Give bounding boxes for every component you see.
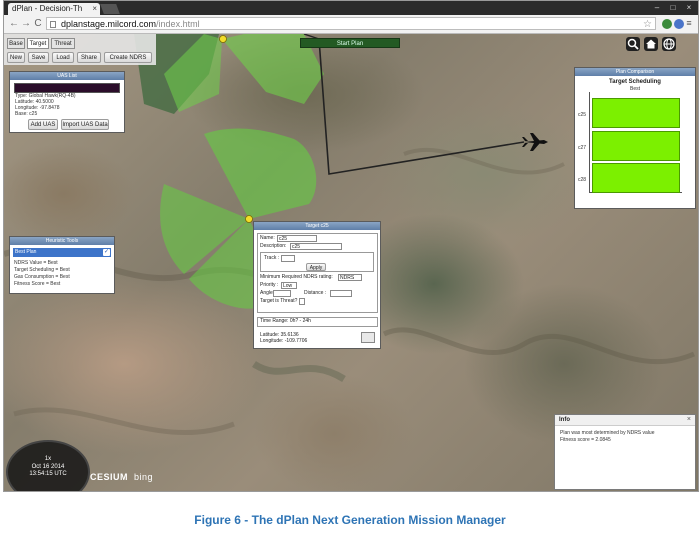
coverage-sector [204,128,317,219]
figure-caption: Figure 6 - The dPlan Next Generation Mis… [194,513,506,527]
cesium-credit: CESIUM [90,472,129,482]
plan-chart-title: Target Scheduling [609,79,661,85]
priority-select[interactable]: Low [281,282,297,289]
heuristic-tools-panel: Heuristic Tools Best Plan ✓ NDRS Value =… [9,236,115,294]
track-label: Track : [264,255,280,261]
load-button[interactable]: Load [52,52,74,63]
info-title: Info [559,417,570,423]
home-icon[interactable] [644,37,658,51]
heuristic-line: Gas Consumption = Best [14,274,70,280]
cesium-logo: CESIUM bing [90,472,153,482]
uas-panel-title: UAS List [10,72,124,80]
cursor-hand-icon[interactable] [361,332,375,343]
plan-panel-title: Plan Comparison [575,68,695,76]
new-button[interactable]: New [7,52,25,63]
globe-map-view[interactable]: Base Target Threat New Save Load Share C… [4,34,698,491]
plan-schedule-bar [592,131,680,161]
heuristic-line: NDRS Value = Best [14,260,58,266]
tab-threat[interactable]: Threat [51,38,75,49]
priority-label: Priority : [260,282,279,288]
url-host: dplanstage.milcord.com [61,19,157,29]
distance-field[interactable] [330,290,352,297]
name-label: Name: [260,235,275,241]
info-line: Plan was most determined by NDRS value [560,430,655,436]
import-uas-data-button[interactable]: Import UAS Data [61,119,109,130]
plan-row-label: c25 [578,112,587,118]
checkbox-icon[interactable]: ✓ [103,249,110,256]
target-marker-icon[interactable] [219,35,227,43]
min-ndrs-label: Minimum Required NDRS rating: [260,274,333,280]
min-ndrs-select[interactable]: NDRS [338,274,362,281]
plan-schedule-bar [592,163,680,193]
threat-label: Target is Threat? [260,298,298,304]
apply-button[interactable]: Apply [306,263,326,271]
back-icon[interactable]: ← [8,18,20,30]
info-header: Info × [555,415,695,426]
threat-checkbox[interactable] [299,298,305,305]
browser-window: dPlan - Decision-Th × – □ × ← → C dplans… [3,0,699,492]
forward-icon[interactable]: → [20,18,32,30]
uas-list-selected-row[interactable] [14,83,120,93]
tab-base[interactable]: Base [7,38,25,49]
target-panel-title: Target c25 [254,222,380,230]
tab-target[interactable]: Target [27,38,49,49]
heuristic-selected-item[interactable]: Best Plan [13,248,111,257]
description-label: Description: [260,243,287,249]
bookmark-star-icon[interactable]: ☆ [643,18,652,31]
add-uas-button[interactable]: Add UAS [28,119,58,130]
heuristic-line: Target Scheduling = Best [14,267,70,273]
browser-tab[interactable]: dPlan - Decision-Th × [8,3,100,15]
create-ndrs-button[interactable]: Create NDRS [104,52,152,63]
address-toolbar: ← → C dplanstage.milcord.com/index.html … [4,15,698,34]
description-field[interactable]: c25 [290,243,342,250]
track-select[interactable] [281,255,295,262]
bing-credit: bing [134,472,154,482]
tab-close-icon[interactable]: × [92,3,97,15]
plan-row-label: c28 [578,177,587,183]
angle-field[interactable] [273,290,291,297]
plan-schedule-bar [592,98,680,128]
uas-list-panel: UAS List Type: Global Hawk(RQ-4B) Latitu… [9,71,125,133]
heuristic-line: Fitness Score = Best [14,281,61,287]
window-close-button[interactable]: × [682,3,696,13]
clock-time: 13:54:15 UTC [29,471,67,477]
url-bar[interactable]: dplanstage.milcord.com/index.html ☆ [46,17,656,30]
reload-icon[interactable]: C [32,18,44,30]
info-close-icon[interactable]: × [687,415,691,425]
tab-strip: dPlan - Decision-Th × – □ × [4,1,698,15]
clock-speed: 1x [44,456,52,462]
new-tab-button[interactable] [100,4,120,14]
save-button[interactable]: Save [28,52,49,63]
share-button[interactable]: Share [77,52,101,63]
tab-title: dPlan - Decision-Th [12,4,83,13]
target-panel: Target c25 Name: c25 Description: c25 Tr… [253,221,381,349]
target-longitude: Longitude: -109.7706 [260,338,308,344]
plan-comparison-panel: Plan Comparison Target Scheduling Best c… [574,67,696,209]
browser-menu-icon[interactable]: ≡ [684,18,694,28]
search-icon[interactable] [626,37,640,51]
target-marker-icon[interactable] [245,215,253,223]
url-path: /index.html [156,19,200,29]
info-line: Fitness score = 2.0845 [560,437,611,443]
globe-icon[interactable] [662,37,676,51]
name-field[interactable]: c25 [277,235,317,242]
distance-label: Distance : [304,290,327,296]
page-icon [50,21,56,28]
plan-row-label: c27 [578,145,587,151]
info-panel: Info × Plan was most determined by NDRS … [554,414,696,490]
aircraft-icon[interactable] [522,133,548,151]
maximize-button[interactable]: □ [666,3,680,13]
clock-date: Oct 16 2014 [31,464,65,470]
time-range-label: Time Range: 0h? - 24h [260,318,311,324]
extension-icon[interactable] [662,19,672,29]
flight-path [318,38,525,175]
minimize-button[interactable]: – [650,3,664,13]
uas-base: Base: c25 [15,111,38,117]
start-plan-button[interactable]: Start Plan [300,38,400,48]
heuristic-panel-title: Heuristic Tools [10,237,114,245]
extension-icon[interactable] [674,19,684,29]
